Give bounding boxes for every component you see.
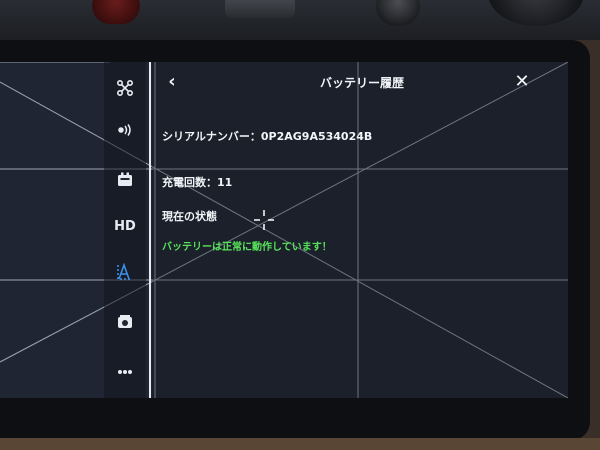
hd-video-icon[interactable]: HD (104, 214, 146, 238)
more-icon[interactable] (104, 360, 146, 384)
charge-count-value: 11 (217, 176, 233, 189)
charge-count-label: 充電回数： (162, 176, 217, 189)
hardware-pause-button[interactable] (225, 0, 295, 18)
battery-icon[interactable] (104, 168, 146, 192)
serial-number-label: シリアルナンバー： (162, 130, 261, 143)
crosshair-icon (254, 210, 274, 230)
language-icon[interactable] (104, 260, 146, 284)
hardware-dial[interactable] (376, 0, 420, 26)
drone-icon[interactable] (104, 76, 146, 100)
chevron-left-icon[interactable]: ‹ (162, 72, 182, 92)
battery-status-message: バッテリーは正常に動作しています！ (162, 242, 332, 253)
camera-icon[interactable] (104, 310, 146, 334)
charge-count-row: 充電回数：11 (162, 174, 232, 190)
serial-number-row: シリアルナンバー：0P2AG9A534024B (162, 128, 372, 144)
table-surface (0, 438, 600, 450)
page-title: バッテリー履歴 (319, 76, 404, 90)
signal-icon[interactable] (104, 118, 146, 142)
controller-screen: HD ‹ バッテリー履歴 ✕ シリアルナンバー：0P2AG9A534024B 充… (0, 62, 568, 398)
device-top-housing (0, 0, 600, 40)
close-icon[interactable]: ✕ (512, 72, 532, 92)
current-state-label: 現在の状態 (162, 210, 217, 223)
hd-label: HD (114, 218, 136, 234)
hardware-record-button[interactable] (92, 0, 140, 24)
settings-sidebar: HD (104, 62, 146, 398)
serial-number-value: 0P2AG9A534024B (260, 130, 373, 143)
hardware-control-stick[interactable] (488, 0, 584, 26)
battery-history-panel: ‹ バッテリー履歴 ✕ シリアルナンバー：0P2AG9A534024B 充電回数… (152, 62, 568, 398)
